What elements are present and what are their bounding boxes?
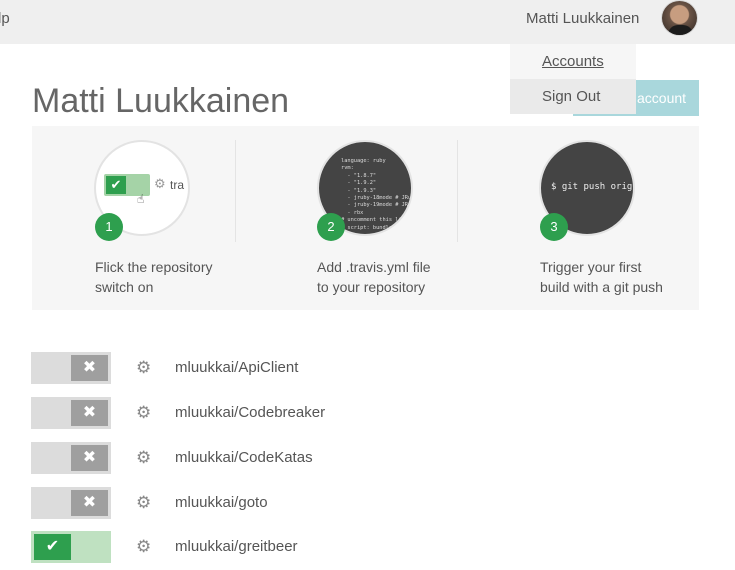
repo-row: ✖ ⚙ mluukkai/CodeKatas (31, 442, 431, 474)
step-1-text: Flick the repository switch on (95, 257, 212, 297)
gear-icon[interactable]: ⚙ (136, 403, 151, 423)
check-icon: ✔ (34, 534, 71, 560)
repo-toggle[interactable]: ✖ (31, 352, 111, 384)
cross-icon: ✖ (71, 400, 108, 426)
step-2-badge: 2 (317, 213, 345, 241)
check-icon: ✔ (106, 176, 126, 194)
user-menu-name[interactable]: Matti Luukkainen (526, 10, 639, 27)
menu-item-accounts[interactable]: Accounts (510, 44, 636, 79)
step-2-line-2: to your repository (317, 279, 426, 295)
gear-icon[interactable]: ⚙ (136, 493, 151, 513)
repo-toggle[interactable]: ✖ (31, 397, 111, 429)
gear-icon[interactable]: ⚙ (136, 358, 151, 378)
menu-item-sign-out[interactable]: Sign Out (510, 79, 636, 114)
travis-yml-code: language: ruby rvm: - "1.8.7" - "1.9.2" … (341, 158, 412, 231)
gear-icon: ⚙ (154, 176, 166, 191)
hand-cursor-icon: ☝ (137, 192, 145, 206)
user-dropdown-menu: Accounts Sign Out (510, 44, 636, 114)
repo-row: ✖ ⚙ mluukkai/goto (31, 487, 431, 519)
repo-name[interactable]: mluukkai/CodeKatas (175, 449, 313, 466)
cross-icon: ✖ (71, 445, 108, 471)
step-1-line-2: switch on (95, 279, 154, 295)
step-1-badge: 1 (95, 213, 123, 241)
repo-toggle[interactable]: ✖ (31, 487, 111, 519)
divider (457, 140, 458, 242)
step-2-text: Add .travis.yml file to your repository (317, 257, 431, 297)
mini-repo-name: tra (170, 178, 185, 192)
page-title: Matti Luukkainen (32, 82, 290, 120)
repo-name[interactable]: mluukkai/goto (175, 494, 268, 511)
repo-toggle[interactable]: ✔ (31, 531, 111, 563)
top-bar: lp Matti Luukkainen (0, 0, 735, 44)
divider (235, 140, 236, 242)
step-2-line-1: Add .travis.yml file (317, 259, 431, 275)
step-3-line-1: Trigger your first (540, 259, 642, 275)
repo-row: ✖ ⚙ mluukkai/Codebreaker (31, 397, 431, 429)
getting-started-panel: ✔ ⚙ tra ☝ 1 Flick the repository switch … (32, 126, 699, 310)
gear-icon[interactable]: ⚙ (136, 537, 151, 557)
gear-icon[interactable]: ⚙ (136, 448, 151, 468)
repo-toggle[interactable]: ✖ (31, 442, 111, 474)
step-3-badge: 3 (540, 213, 568, 241)
repo-row: ✔ ⚙ mluukkai/greitbeer (31, 531, 431, 563)
step-3-text: Trigger your first build with a git push (540, 257, 663, 297)
repo-row: ✖ ⚙ mluukkai/ApiClient (31, 352, 431, 384)
step-1-line-1: Flick the repository (95, 259, 213, 275)
repo-name[interactable]: mluukkai/greitbeer (175, 538, 298, 555)
repo-name[interactable]: mluukkai/Codebreaker (175, 404, 325, 421)
avatar-figure (668, 25, 693, 35)
cross-icon: ✖ (71, 490, 108, 516)
step-3-line-2: build with a git push (540, 279, 663, 295)
git-push-command: $ git push origin (551, 182, 635, 192)
avatar[interactable] (661, 0, 698, 36)
repo-name[interactable]: mluukkai/ApiClient (175, 359, 298, 376)
cross-icon: ✖ (71, 355, 108, 381)
nav-link-fragment[interactable]: lp (0, 10, 10, 27)
